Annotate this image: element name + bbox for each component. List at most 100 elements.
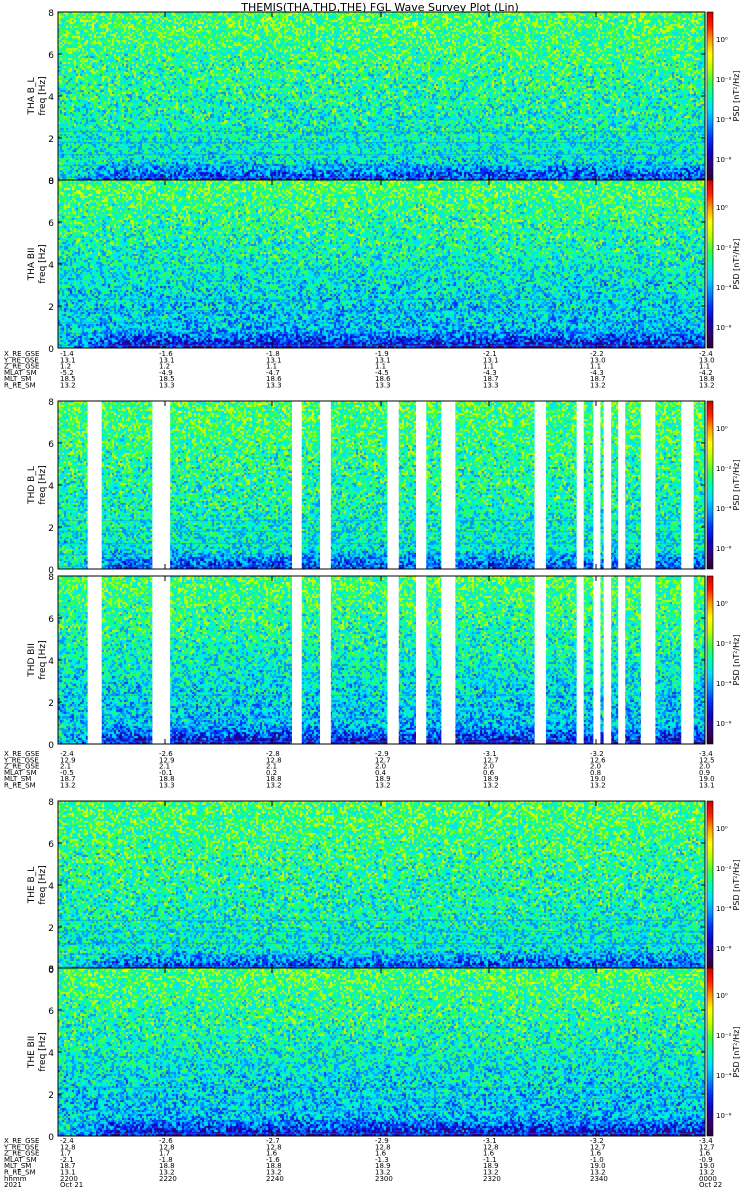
y-tick-label: 2: [48, 1091, 54, 1101]
data-gap: [87, 401, 102, 569]
y-tick-label: 2: [48, 135, 54, 145]
y-axis-label: THD BII: [27, 643, 37, 678]
data-gap: [152, 401, 171, 569]
colorbar-tick-label: 10⁻⁶: [716, 1112, 732, 1120]
data-gap: [640, 401, 656, 569]
y-tick-label: 2: [48, 924, 54, 934]
data-gap: [441, 576, 456, 744]
spectrogram-image: [58, 968, 705, 1136]
data-gap: [576, 576, 584, 744]
ephemeris-value: 13.1: [699, 782, 715, 790]
colorbar: [706, 400, 714, 570]
ephemeris-value: 13.2: [266, 782, 282, 790]
y-tick-label: 0: [48, 1133, 54, 1143]
data-gap: [87, 576, 102, 744]
y-tick-label: 6: [48, 615, 54, 625]
ephemeris-value: 2240: [266, 1175, 284, 1183]
colorbar-tick-label: 10⁰: [716, 600, 728, 608]
colorbar-tick-label: 10⁰: [716, 825, 728, 833]
spectrogram-image: [58, 12, 705, 180]
y-axis-label: THA BII: [27, 248, 37, 282]
y-axis-unit: freq [Hz]: [38, 1032, 48, 1071]
ephemeris-label: R_RE_SM: [4, 382, 36, 390]
y-tick-label: 2: [48, 699, 54, 709]
y-axis-label: THA B_L: [27, 78, 37, 116]
data-gap: [618, 401, 626, 569]
colorbar-tick-label: 10⁻⁶: [716, 720, 732, 728]
colorbar-tick-label: 10⁻⁶: [716, 156, 732, 164]
colorbar-tick-label: 10⁰: [716, 425, 728, 433]
data-gap: [320, 401, 331, 569]
y-axis-label: THD B_L: [27, 466, 37, 505]
colorbar-label: PSD [nT²/Hz]: [732, 1027, 741, 1078]
spectrogram-figure: THEMIS(THA,THD,THE) FGL Wave Survey Plot…: [3, 1, 741, 1189]
ephemeris-value: 13.3: [375, 382, 391, 390]
colorbar-tick-label: 10⁻²: [716, 76, 732, 84]
data-gap: [416, 401, 427, 569]
colorbar-tick-label: 10⁻²: [716, 640, 732, 648]
spectrogram-image: [58, 180, 705, 348]
ephemeris-label: R_RE_SM: [4, 782, 36, 790]
colorbar-tick-label: 10⁻⁶: [716, 945, 732, 953]
y-axis-label: THE BII: [27, 1036, 37, 1069]
y-tick-label: 4: [48, 93, 54, 103]
data-gap: [593, 576, 601, 744]
colorbar-label: PSD [nT²/Hz]: [732, 460, 741, 511]
y-tick-label: 0: [48, 345, 54, 355]
colorbar-tick-label: 10⁻²: [716, 244, 732, 252]
colorbar: [706, 179, 714, 349]
y-tick-label: 4: [48, 261, 54, 271]
ephemeris-value: 13.2: [375, 782, 391, 790]
y-tick-label: 6: [48, 51, 54, 61]
colorbar-tick-label: 10⁰: [716, 204, 728, 212]
colorbar-tick-label: 10⁻²: [716, 1032, 732, 1040]
ephemeris-label: 2021: [4, 1181, 22, 1189]
data-gap: [387, 401, 399, 569]
ephemeris-block: X_RE_GSE -1.4 -1.6 -1.8 -1.9 -2.1 -2.2 -2.4Y_RE…: [3, 350, 715, 390]
data-gap: [576, 401, 584, 569]
ephemeris-value: 13.2: [590, 782, 606, 790]
panel-thd-bl: 02468THD B_L freq [Hz]10⁰10⁻²10⁻⁴10⁻⁶PSD …: [27, 398, 741, 576]
data-gap: [603, 576, 612, 744]
panel-thd-bii: 0 2 4 6 8 THD BII freq [Hz] 10⁰ 10⁻² 10⁻⁴ 10⁻⁶ PSD …: [27, 573, 741, 751]
data-gap: [681, 401, 694, 569]
data-gap: [416, 576, 427, 744]
ephemeris-value: 2340: [590, 1175, 608, 1183]
y-tick-label: 4: [48, 1049, 54, 1059]
y-tick-label: 6: [48, 1007, 54, 1017]
data-gap: [291, 401, 302, 569]
ephemeris-value: 13.3: [266, 382, 282, 390]
y-tick-label: 4: [48, 657, 54, 667]
y-tick-label: 8: [48, 398, 54, 408]
colorbar-tick-label: 10⁻²: [716, 465, 732, 473]
colorbar-tick-label: 10⁻⁶: [716, 324, 732, 332]
ephemeris-block: X_RE_GSE -2.4 -2.6 -2.7 -2.9 -3.1 -3.2 -3.4Y_RE…: [3, 1137, 722, 1189]
data-gap: [640, 576, 656, 744]
colorbar: [706, 575, 714, 745]
colorbar-tick-label: 10⁰: [716, 992, 728, 1000]
data-gap: [320, 576, 331, 744]
data-gap: [291, 576, 302, 744]
colorbar-tick-label: 10⁻⁴: [716, 905, 732, 913]
ephemeris-value: 13.2: [590, 382, 606, 390]
data-gap: [534, 401, 546, 569]
colorbar-tick-label: 10⁻⁴: [716, 1072, 732, 1080]
y-axis-unit: freq [Hz]: [38, 640, 48, 679]
colorbar-label: PSD [nT²/Hz]: [732, 71, 741, 122]
y-axis-unit: freq [Hz]: [38, 76, 48, 115]
ephemeris-value: 2300: [375, 1175, 393, 1183]
colorbar-tick-label: 10⁻⁴: [716, 284, 732, 292]
ephemeris-value: Oct 22: [699, 1181, 722, 1189]
colorbar-tick-label: 10⁻⁶: [716, 545, 732, 553]
data-gap: [593, 401, 601, 569]
y-tick-label: 2: [48, 524, 54, 534]
ephemeris-value: 13.3: [159, 782, 175, 790]
y-tick-label: 8: [48, 177, 54, 187]
colorbar-label: PSD [nT²/Hz]: [732, 860, 741, 911]
y-tick-label: 8: [48, 965, 54, 975]
data-gap: [681, 576, 694, 744]
ephemeris-value: 13.2: [483, 782, 499, 790]
y-axis-unit: freq [Hz]: [38, 244, 48, 283]
data-gap: [618, 576, 626, 744]
colorbar-tick-label: 10⁻⁴: [716, 680, 732, 688]
